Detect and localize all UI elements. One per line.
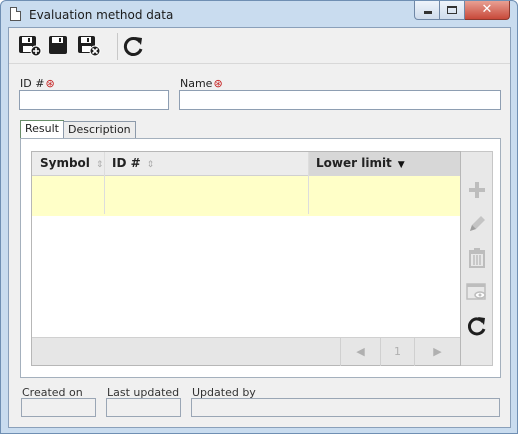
last-updated-field [106, 398, 181, 417]
required-icon: ⊛ [213, 77, 223, 90]
result-tab-panel: Symbol ⇕ ID # ⇕ Lower limit ▼ ◀ 1 ▶ [20, 138, 501, 378]
column-header-label: Symbol [40, 156, 90, 170]
name-label-text: Name [180, 77, 213, 90]
id-label-text: ID # [20, 77, 45, 90]
add-button[interactable] [465, 178, 489, 202]
plus-icon [469, 182, 485, 198]
title-bar[interactable]: Evaluation method data ✕ [1, 1, 517, 27]
trash-icon [469, 248, 485, 268]
column-header-label: Lower limit [316, 156, 392, 170]
page-number: 1 [380, 338, 414, 366]
save-button[interactable] [46, 34, 72, 58]
name-label: Name⊛ [180, 77, 223, 90]
delete-button[interactable] [465, 246, 489, 270]
column-header-id[interactable]: ID # ⇕ [104, 152, 308, 176]
view-button[interactable] [465, 280, 489, 304]
sort-icon: ⇕ [146, 160, 155, 170]
sort-icon: ⇕ [95, 160, 104, 170]
chevron-right-icon: ▶ [433, 345, 442, 358]
save-close-icon [78, 36, 101, 57]
required-icon: ⊛ [45, 77, 55, 90]
toolbar [9, 28, 510, 64]
dialog-window: Evaluation method data ✕ ID #⊛ Name⊛ Res… [0, 0, 518, 434]
grid-pager: ◀ 1 ▶ [32, 337, 460, 366]
toolbar-separator [117, 33, 118, 60]
refresh-icon [123, 37, 143, 56]
edit-button[interactable] [465, 212, 489, 236]
close-button[interactable]: ✕ [465, 1, 510, 20]
save-icon [49, 36, 67, 54]
tab-description[interactable]: Description [63, 121, 136, 138]
column-header-lower-limit[interactable]: Lower limit ▼ [308, 152, 460, 176]
next-page-button[interactable]: ▶ [414, 338, 460, 366]
column-header-label: ID # [112, 156, 141, 170]
sort-desc-icon: ▼ [397, 160, 405, 170]
save-and-new-button[interactable] [17, 34, 43, 58]
view-icon [466, 283, 486, 300]
updated-by-field [191, 398, 500, 417]
refresh-button[interactable] [121, 34, 147, 58]
chevron-left-icon: ◀ [356, 345, 365, 358]
grid-header: Symbol ⇕ ID # ⇕ Lower limit ▼ [32, 152, 460, 176]
id-field[interactable] [19, 90, 169, 110]
column-divider [308, 152, 309, 214]
document-icon [10, 7, 21, 21]
name-field[interactable] [179, 90, 501, 110]
pencil-icon [470, 216, 485, 231]
id-label: ID #⊛ [20, 77, 55, 90]
tab-result[interactable]: Result [20, 120, 64, 138]
minimize-button[interactable] [414, 1, 440, 20]
close-icon: ✕ [481, 2, 493, 17]
minimize-icon [424, 11, 432, 14]
refresh-grid-button[interactable] [465, 314, 489, 338]
created-on-field [21, 398, 96, 417]
save-and-close-button[interactable] [76, 34, 102, 58]
column-header-symbol[interactable]: Symbol ⇕ [32, 152, 104, 176]
window-controls: ✕ [414, 1, 510, 21]
maximize-icon [447, 6, 457, 14]
table-row[interactable] [32, 176, 460, 216]
previous-page-button[interactable]: ◀ [340, 338, 380, 366]
dialog-content: ID #⊛ Name⊛ Result Description Symbol ⇕ I… [8, 27, 511, 428]
grid-action-bar [461, 151, 493, 366]
tab-bar: Result Description [20, 120, 136, 138]
maximize-button[interactable] [440, 1, 465, 20]
save-new-icon [19, 36, 42, 57]
refresh-icon [468, 317, 486, 336]
window-title: Evaluation method data [29, 8, 174, 22]
results-grid: Symbol ⇕ ID # ⇕ Lower limit ▼ ◀ 1 ▶ [31, 151, 461, 366]
column-divider [104, 152, 105, 214]
